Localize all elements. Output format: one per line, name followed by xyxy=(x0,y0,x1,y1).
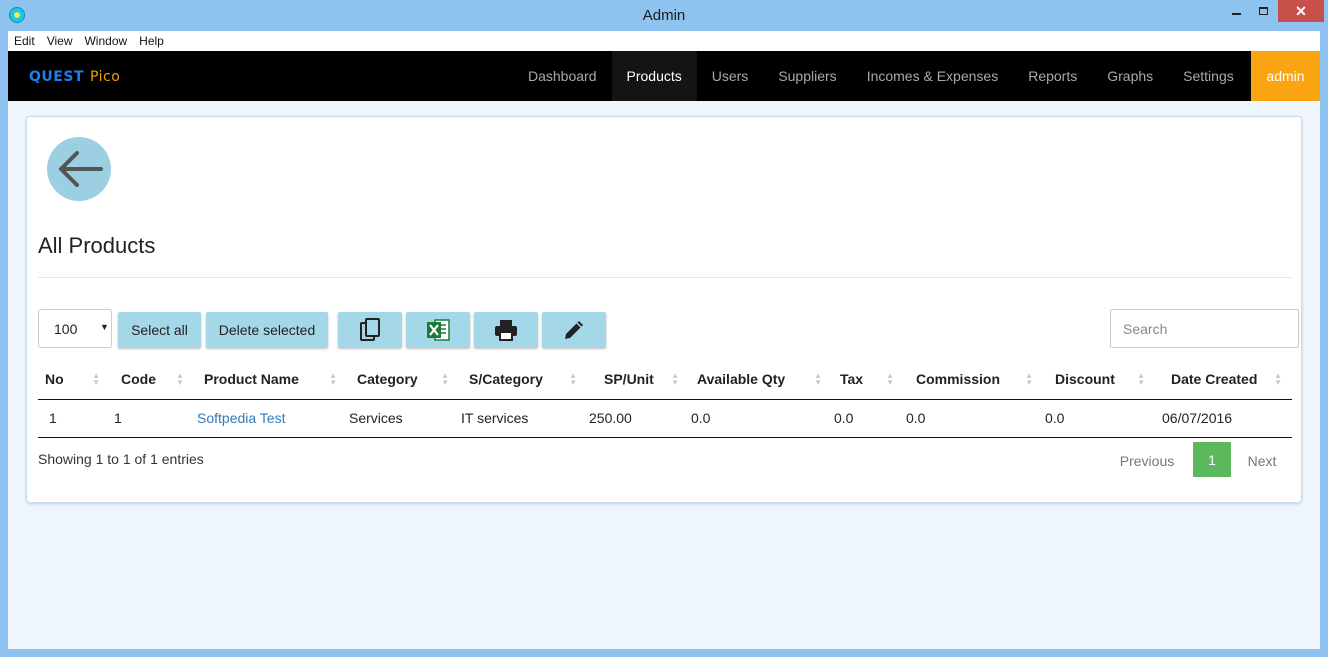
col-header-no[interactable]: No ▲ ▼ xyxy=(38,360,110,400)
caret-down-icon: ▼ xyxy=(100,322,109,332)
sort-icon: ▲ ▼ xyxy=(814,371,822,387)
col-header-commission[interactable]: Commission ▲ ▼ xyxy=(904,360,1043,400)
nav-items: Dashboard Products Users Suppliers Incom… xyxy=(513,51,1249,101)
col-header-label: Tax xyxy=(840,371,864,388)
sort-icon: ▲ ▼ xyxy=(569,371,577,387)
delete-selected-button[interactable]: Delete selected xyxy=(206,312,328,348)
nav-graphs[interactable]: Graphs xyxy=(1092,51,1168,101)
sort-icon: ▲ ▼ xyxy=(886,371,894,387)
nav-products[interactable]: Products xyxy=(611,51,697,101)
content-area: All Products 100 ▼ Select all Delete sel… xyxy=(8,101,1320,649)
cell-no: 1 xyxy=(38,399,110,438)
nav-reports[interactable]: Reports xyxy=(1013,51,1092,101)
cell-subcategory: IT services xyxy=(459,399,587,438)
close-button[interactable]: ✕ xyxy=(1278,0,1324,22)
sort-icon: ▲ ▼ xyxy=(329,371,337,387)
nav-users[interactable]: Users xyxy=(697,51,764,101)
title-divider xyxy=(38,277,1292,278)
cell-sp-unit: 250.00 xyxy=(587,399,689,438)
col-header-label: Code xyxy=(121,371,156,388)
cell-discount: 0.0 xyxy=(1043,399,1155,438)
page-length-select[interactable]: 100 ▼ xyxy=(38,309,112,348)
nav-settings[interactable]: Settings xyxy=(1168,51,1249,101)
sort-icon: ▲ ▼ xyxy=(92,371,100,387)
nav-suppliers[interactable]: Suppliers xyxy=(763,51,851,101)
edit-button[interactable] xyxy=(542,312,606,348)
minimize-icon xyxy=(1231,13,1241,15)
nav-incomes-expenses[interactable]: Incomes & Expenses xyxy=(852,51,1014,101)
col-header-label: SP/Unit xyxy=(604,371,654,388)
copy-button[interactable] xyxy=(338,312,402,348)
pagination-page-1[interactable]: 1 xyxy=(1193,442,1231,477)
col-header-subcategory[interactable]: S/Category ▲ ▼ xyxy=(459,360,587,400)
cell-tax: 0.0 xyxy=(832,399,904,438)
sort-icon: ▲ ▼ xyxy=(671,371,679,387)
cell-category: Services xyxy=(347,399,459,438)
minimize-button[interactable] xyxy=(1223,0,1249,22)
top-navbar: QUEST Pico Dashboard Products Users Suppl… xyxy=(8,51,1320,101)
col-header-label: Available Qty xyxy=(697,371,786,388)
copy-icon xyxy=(360,318,380,341)
col-header-label: Commission xyxy=(916,371,1001,388)
page-length-value: 100 xyxy=(54,320,78,337)
sort-icon: ▲ ▼ xyxy=(441,371,449,387)
page-title: All Products xyxy=(38,233,156,258)
cell-code: 1 xyxy=(110,399,194,438)
sort-icon: ▲ ▼ xyxy=(1025,371,1033,387)
cell-product-name-link[interactable]: Softpedia Test xyxy=(194,399,347,438)
cell-available-qty: 0.0 xyxy=(689,399,832,438)
menu-bar: Edit View Window Help xyxy=(8,31,1320,51)
print-button[interactable] xyxy=(474,312,538,348)
edit-icon xyxy=(565,321,583,339)
nav-dashboard[interactable]: Dashboard xyxy=(513,51,612,101)
maximize-button[interactable] xyxy=(1250,0,1276,22)
excel-icon xyxy=(427,319,450,341)
menu-help[interactable]: Help xyxy=(133,34,170,48)
col-header-tax[interactable]: Tax ▲ ▼ xyxy=(832,360,904,400)
col-header-product-name[interactable]: Product Name ▲ ▼ xyxy=(194,360,347,400)
menu-view[interactable]: View xyxy=(41,34,79,48)
pagination-next[interactable]: Next xyxy=(1236,443,1288,478)
sort-icon: ▲ ▼ xyxy=(176,371,184,387)
back-button[interactable] xyxy=(47,137,111,201)
brand-main: QUEST xyxy=(29,69,84,85)
brand-logo[interactable]: QUEST Pico xyxy=(29,69,120,85)
search-input[interactable] xyxy=(1110,309,1299,348)
window-titlebar: Admin ✕ xyxy=(0,0,1328,31)
table-info: Showing 1 to 1 of 1 entries xyxy=(38,451,204,467)
col-header-label: Date Created xyxy=(1171,371,1258,388)
col-header-category[interactable]: Category ▲ ▼ xyxy=(347,360,459,400)
maximize-icon xyxy=(1258,7,1268,15)
close-icon: ✕ xyxy=(1295,2,1307,19)
arrow-left-icon xyxy=(59,151,103,187)
select-all-button[interactable]: Select all xyxy=(118,312,201,348)
cell-commission: 0.0 xyxy=(904,399,1043,438)
menu-window[interactable]: Window xyxy=(78,34,133,48)
sort-icon: ▲ ▼ xyxy=(1274,371,1282,387)
col-header-date-created[interactable]: Date Created ▲ ▼ xyxy=(1155,360,1292,400)
sort-icon: ▲ ▼ xyxy=(1137,371,1145,387)
menu-edit[interactable]: Edit xyxy=(8,34,41,48)
col-header-available-qty[interactable]: Available Qty ▲ ▼ xyxy=(689,360,832,400)
brand-sub: Pico xyxy=(89,69,121,85)
table-header-row: No ▲ ▼ Code ▲ ▼ Product Name ▲ ▼ Category ▲ ▼ S/… xyxy=(38,360,1292,400)
products-panel: All Products 100 ▼ Select all Delete sel… xyxy=(26,116,1302,503)
pagination-previous[interactable]: Previous xyxy=(1110,443,1184,478)
col-header-label: Product Name xyxy=(204,371,299,388)
cell-date-created: 06/07/2016 xyxy=(1155,399,1292,438)
col-header-label: Category xyxy=(357,371,418,388)
col-header-label: No xyxy=(45,371,64,388)
col-header-discount[interactable]: Discount ▲ ▼ xyxy=(1043,360,1155,400)
col-header-label: S/Category xyxy=(469,371,543,388)
print-icon xyxy=(495,320,517,341)
window-title: Admin xyxy=(642,7,686,24)
export-excel-button[interactable] xyxy=(406,312,470,348)
col-header-label: Discount xyxy=(1055,371,1115,388)
nav-admin-user[interactable]: admin xyxy=(1251,51,1320,101)
col-header-code[interactable]: Code ▲ ▼ xyxy=(110,360,194,400)
products-table: No ▲ ▼ Code ▲ ▼ Product Name ▲ ▼ Category ▲ ▼ S/… xyxy=(38,360,1292,438)
col-header-sp-unit[interactable]: SP/Unit ▲ ▼ xyxy=(587,360,689,400)
table-row[interactable]: 1 1 Softpedia Test Services IT services … xyxy=(38,399,1292,438)
